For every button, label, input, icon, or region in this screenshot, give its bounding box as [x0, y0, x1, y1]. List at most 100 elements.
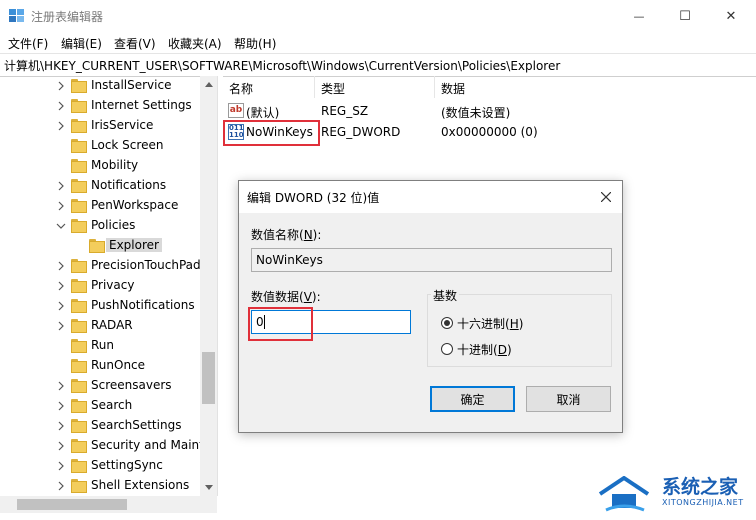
radio-hex[interactable]: 十六进制(H)	[441, 315, 561, 331]
tree-item-label: PenWorkspace	[91, 198, 179, 212]
folder-icon	[71, 319, 87, 333]
tree-item-label: Explorer	[106, 238, 162, 252]
radio-dec-circle	[441, 343, 453, 355]
value-row[interactable]: ab (默认) REG_SZ (数值未设置)	[222, 101, 756, 121]
folder-icon	[71, 99, 87, 113]
edit-dword-dialog: 编辑 DWORD (32 位)值 数值名称(N): NoWinKeys 数值数据…	[238, 180, 623, 433]
chevron-right-icon[interactable]	[56, 121, 66, 131]
chevron-right-icon[interactable]	[56, 181, 66, 191]
radio-dec-label: 十进制(D)	[457, 343, 512, 357]
tree-item[interactable]: Mobility	[0, 156, 200, 176]
column-header-type[interactable]: 类型	[321, 80, 345, 97]
chevron-right-icon[interactable]	[56, 461, 66, 471]
value-data-label: 数值数据(V):	[251, 290, 321, 304]
menu-edit[interactable]: 编辑(E)	[61, 35, 102, 52]
title-bar: 注册表编辑器 — ☐ ✕	[0, 0, 756, 32]
folder-icon	[71, 399, 87, 413]
dialog-title-bar: 编辑 DWORD (32 位)值	[239, 181, 622, 213]
column-header-name[interactable]: 名称	[229, 80, 253, 97]
tree-item-label: SettingSync	[91, 458, 163, 472]
radio-dec[interactable]: 十进制(D)	[441, 341, 561, 357]
tree-item-label: SearchSettings	[91, 418, 182, 432]
tree-item[interactable]: Lock Screen	[0, 136, 200, 156]
tree-item-label: Shell Extensions	[91, 478, 190, 492]
tree-item[interactable]: IrisService	[0, 116, 200, 136]
chevron-right-icon[interactable]	[56, 321, 66, 331]
folder-icon	[71, 459, 87, 473]
chevron-right-icon[interactable]	[56, 441, 66, 451]
tree-item[interactable]: InstallService	[0, 76, 200, 96]
radio-hex-label: 十六进制(H)	[457, 317, 524, 331]
house-logo-icon	[598, 476, 650, 512]
watermark-title: 系统之家	[662, 476, 739, 498]
folder-icon	[71, 219, 87, 233]
folder-icon	[71, 199, 87, 213]
dialog-close-button[interactable]	[590, 181, 622, 213]
folder-icon	[71, 439, 87, 453]
chevron-right-icon[interactable]	[56, 261, 66, 271]
tree-item[interactable]: Internet Settings	[0, 96, 200, 116]
chevron-right-icon[interactable]	[56, 101, 66, 111]
tree-item[interactable]: Security and Maint	[0, 436, 204, 456]
string-value-icon: ab	[228, 103, 244, 118]
tree-scroll-thumb[interactable]	[202, 352, 215, 404]
value-name-field[interactable]: NoWinKeys	[251, 248, 612, 272]
chevron-right-icon[interactable]	[56, 281, 66, 291]
close-button[interactable]: ✕	[708, 0, 754, 32]
scroll-down-arrow-icon[interactable]	[200, 479, 217, 496]
menu-file[interactable]: 文件(F)	[8, 35, 48, 52]
menu-view[interactable]: 查看(V)	[114, 35, 156, 52]
folder-icon	[71, 299, 87, 313]
menu-bar: 文件(F) 编辑(E) 查看(V) 收藏夹(A) 帮助(H)	[0, 32, 756, 53]
tree-scrollbar[interactable]	[200, 76, 217, 496]
folder-icon	[71, 479, 87, 493]
cancel-button[interactable]: 取消	[526, 386, 611, 412]
chevron-right-icon[interactable]	[56, 301, 66, 311]
folder-icon	[71, 139, 87, 153]
column-header-data[interactable]: 数据	[441, 80, 465, 97]
tree-item[interactable]: PushNotifications	[0, 296, 200, 316]
tree-item-label: RunOnce	[91, 358, 146, 372]
chevron-down-icon[interactable]	[56, 221, 66, 231]
tree-horizontal-thumb[interactable]	[17, 499, 127, 510]
tree-item[interactable]: Policies	[0, 216, 200, 236]
menu-help[interactable]: 帮助(H)	[234, 35, 276, 52]
folder-icon	[71, 419, 87, 433]
watermark-subtitle: XITONGZHIJIA.NET	[662, 498, 744, 507]
tree-item[interactable]: Run	[0, 336, 200, 356]
tree-item[interactable]: SearchSettings	[0, 416, 200, 436]
scroll-up-arrow-icon[interactable]	[200, 76, 217, 93]
minimize-icon: —	[633, 9, 645, 23]
column-divider[interactable]	[314, 76, 315, 98]
tree-item[interactable]: PenWorkspace	[0, 196, 200, 216]
chevron-right-icon[interactable]	[56, 401, 66, 411]
address-bar[interactable]: 计算机\HKEY_CURRENT_USER\SOFTWARE\Microsoft…	[0, 53, 756, 77]
tree-item[interactable]: SettingSync	[0, 456, 200, 476]
tree-item[interactable]: RunOnce	[0, 356, 200, 376]
chevron-right-icon[interactable]	[56, 81, 66, 91]
tree-item[interactable]: PrecisionTouchPad	[0, 256, 201, 276]
tree-item[interactable]: Privacy	[0, 276, 200, 296]
tree-item[interactable]: Explorer	[0, 236, 200, 256]
key-tree: InstallService Internet Settings IrisServi…	[0, 76, 217, 496]
tree-item-label: Security and Maint	[91, 438, 204, 452]
chevron-right-icon[interactable]	[56, 421, 66, 431]
chevron-right-icon[interactable]	[56, 381, 66, 391]
minimize-button[interactable]: —	[616, 0, 662, 32]
tree-item[interactable]: Notifications	[0, 176, 200, 196]
chevron-right-icon[interactable]	[56, 481, 66, 491]
chevron-right-icon[interactable]	[56, 201, 66, 211]
ok-button[interactable]: 确定	[430, 386, 515, 412]
tree-item[interactable]: Search	[0, 396, 200, 416]
tree-item-label: Search	[91, 398, 133, 412]
value-type: REG_DWORD	[321, 125, 401, 139]
menu-favorites[interactable]: 收藏夹(A)	[168, 35, 222, 52]
tree-item[interactable]: Screensavers	[0, 376, 200, 396]
column-divider[interactable]	[434, 76, 435, 98]
tree-item[interactable]: Shell Extensions	[0, 476, 200, 496]
folder-icon	[71, 359, 87, 373]
tree-item-label: Privacy	[91, 278, 135, 292]
maximize-button[interactable]: ☐	[662, 0, 708, 32]
tree-item-label: IrisService	[91, 118, 154, 132]
tree-item[interactable]: RADAR	[0, 316, 200, 336]
